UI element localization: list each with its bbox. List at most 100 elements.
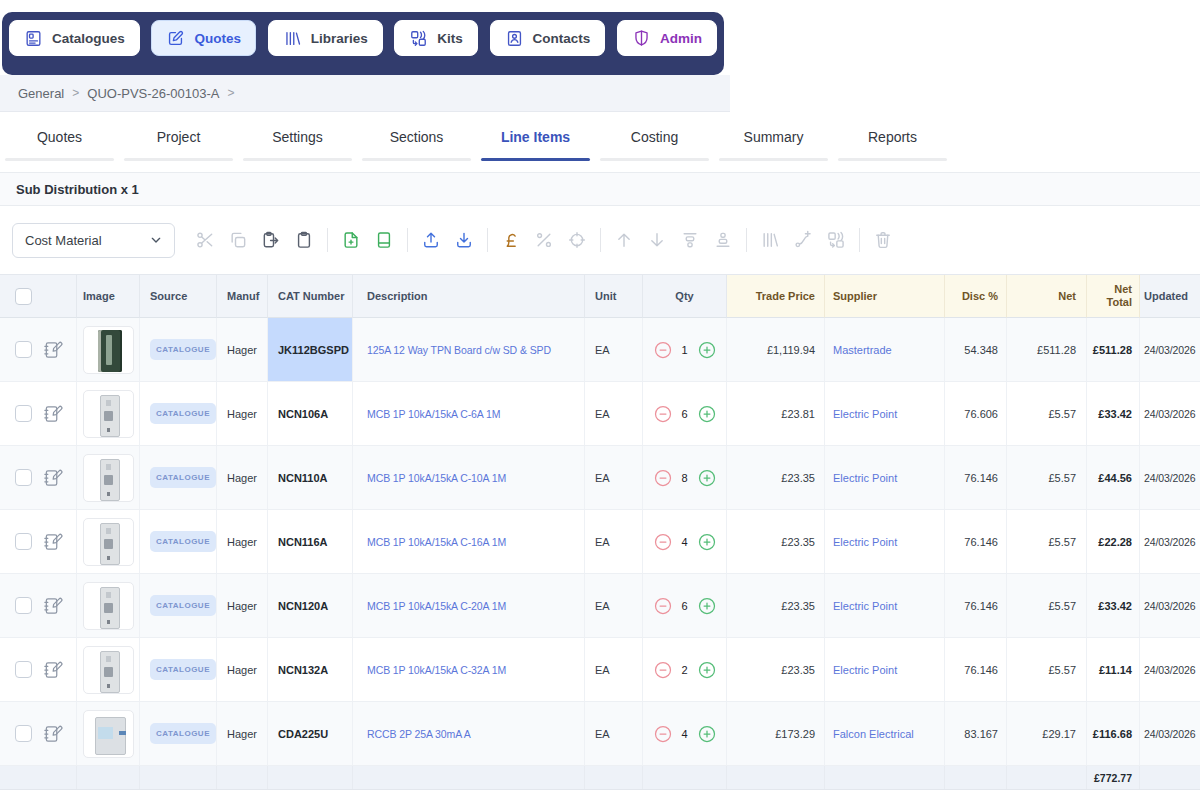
row-checkbox[interactable] (15, 597, 32, 614)
qty-decrease-button[interactable] (653, 340, 673, 360)
row-checkbox[interactable] (15, 405, 32, 422)
tab-reports[interactable]: Reports (833, 112, 952, 162)
col-header-qty[interactable]: Qty (643, 275, 727, 318)
description-link[interactable]: RCCB 2P 25A 30mA A (367, 728, 471, 740)
qty-increase-button[interactable] (697, 724, 717, 744)
cell-cat: JK112BGSPD (268, 318, 353, 381)
download-icon[interactable] (454, 230, 474, 250)
breadcrumb-item-quote[interactable]: QUO-PVS-26-00103-A (87, 86, 219, 101)
cost-filter-select[interactable]: Cost Material (12, 223, 175, 258)
qty-increase-button[interactable] (697, 468, 717, 488)
edit-line-icon[interactable] (43, 340, 63, 360)
nav-quotes-button[interactable]: Quotes (151, 20, 256, 56)
description-link[interactable]: MCB 1P 10kA/15kA C-20A 1M (367, 600, 506, 612)
col-header-source[interactable]: Source (140, 275, 217, 318)
qty-increase-button[interactable] (697, 596, 717, 616)
tab-sections[interactable]: Sections (357, 112, 476, 162)
col-header-net_total[interactable]: Net Total (1087, 275, 1140, 318)
qty-decrease-button[interactable] (653, 596, 673, 616)
nav-contacts-button[interactable]: Contacts (490, 20, 606, 56)
row-checkbox[interactable] (15, 469, 32, 486)
nav-catalogues-button[interactable]: Catalogues (9, 20, 140, 56)
move-up-icon[interactable] (614, 230, 634, 250)
qty-decrease-button[interactable] (653, 724, 673, 744)
supplier-link[interactable]: Electric Point (833, 472, 897, 484)
tab-costing[interactable]: Costing (595, 112, 714, 162)
supplier-link[interactable]: Electric Point (833, 664, 897, 676)
tab-summary[interactable]: Summary (714, 112, 833, 162)
edit-line-icon[interactable] (43, 660, 63, 680)
edit-line-icon[interactable] (43, 532, 63, 552)
col-header-manuf[interactable]: Manuf (217, 275, 268, 318)
insert-item-icon[interactable] (374, 230, 394, 250)
col-header-supplier[interactable]: Supplier (825, 275, 945, 318)
description-link[interactable]: 125A 12 Way TPN Board c/w SD & SPD (367, 344, 551, 356)
row-checkbox[interactable] (15, 725, 32, 742)
col-header-desc[interactable]: Description (353, 275, 585, 318)
qty-increase-button[interactable] (697, 404, 717, 424)
nav-kits-button[interactable]: Kits (394, 20, 478, 56)
nav-libraries-button[interactable]: Libraries (268, 20, 383, 56)
cat-number[interactable]: NCN132A (278, 664, 328, 676)
col-header-cat[interactable]: CAT Number (268, 275, 353, 318)
qty-decrease-button[interactable] (653, 660, 673, 680)
col-header-trade[interactable]: Trade Price (727, 275, 825, 318)
qty-increase-button[interactable] (697, 660, 717, 680)
kits-icon[interactable] (826, 230, 846, 250)
tab-line-items[interactable]: Line Items (476, 112, 595, 162)
qty-decrease-button[interactable] (653, 532, 673, 552)
select-all-checkbox[interactable] (15, 288, 32, 305)
move-bottom-icon[interactable] (713, 230, 733, 250)
libraries-icon[interactable] (760, 230, 780, 250)
split-icon[interactable] (793, 230, 813, 250)
upload-icon[interactable] (421, 230, 441, 250)
col-header-net[interactable]: Net (1007, 275, 1087, 318)
paste-icon[interactable] (294, 230, 314, 250)
edit-line-icon[interactable] (43, 724, 63, 744)
percent-icon[interactable] (534, 230, 554, 250)
tab-quotes[interactable]: Quotes (0, 112, 119, 162)
nav-admin-button[interactable]: Admin (617, 20, 717, 56)
description-link[interactable]: MCB 1P 10kA/15kA C-6A 1M (367, 408, 500, 420)
move-top-icon[interactable] (680, 230, 700, 250)
move-down-icon[interactable] (647, 230, 667, 250)
supplier-link[interactable]: Mastertrade (833, 344, 892, 356)
row-checkbox[interactable] (15, 533, 32, 550)
qty-increase-button[interactable] (697, 532, 717, 552)
cat-number[interactable]: JK112BGSPD (278, 344, 349, 356)
copy-icon[interactable] (228, 230, 248, 250)
paste-export-icon[interactable] (261, 230, 281, 250)
trash-icon[interactable] (873, 230, 893, 250)
add-file-icon[interactable] (341, 230, 361, 250)
cat-number[interactable]: NCN120A (278, 600, 328, 612)
col-header-unit[interactable]: Unit (585, 275, 643, 318)
qty-decrease-button[interactable] (653, 404, 673, 424)
edit-line-icon[interactable] (43, 468, 63, 488)
supplier-link[interactable]: Falcon Electrical (833, 728, 914, 740)
description-link[interactable]: MCB 1P 10kA/15kA C-32A 1M (367, 664, 506, 676)
currency-pound-icon[interactable] (501, 230, 521, 250)
edit-line-icon[interactable] (43, 596, 63, 616)
cat-number[interactable]: CDA225U (278, 728, 328, 740)
edit-line-icon[interactable] (43, 404, 63, 424)
description-link[interactable]: MCB 1P 10kA/15kA C-16A 1M (367, 536, 506, 548)
col-header-updated[interactable]: Updated (1140, 275, 1200, 318)
cat-number[interactable]: NCN106A (278, 408, 328, 420)
qty-increase-button[interactable] (697, 340, 717, 360)
supplier-link[interactable]: Electric Point (833, 536, 897, 548)
col-header-disc[interactable]: Disc % (945, 275, 1007, 318)
breadcrumb-item-general[interactable]: General (18, 86, 64, 101)
qty-decrease-button[interactable] (653, 468, 673, 488)
cat-number[interactable]: NCN110A (278, 472, 328, 484)
crosshair-icon[interactable] (567, 230, 587, 250)
cat-number[interactable]: NCN116A (278, 536, 328, 548)
tab-project[interactable]: Project (119, 112, 238, 162)
description-link[interactable]: MCB 1P 10kA/15kA C-10A 1M (367, 472, 506, 484)
row-checkbox[interactable] (15, 341, 32, 358)
cut-icon[interactable] (195, 230, 215, 250)
row-checkbox[interactable] (15, 661, 32, 678)
col-header-image[interactable]: Image (77, 275, 140, 318)
supplier-link[interactable]: Electric Point (833, 600, 897, 612)
tab-settings[interactable]: Settings (238, 112, 357, 162)
supplier-link[interactable]: Electric Point (833, 408, 897, 420)
